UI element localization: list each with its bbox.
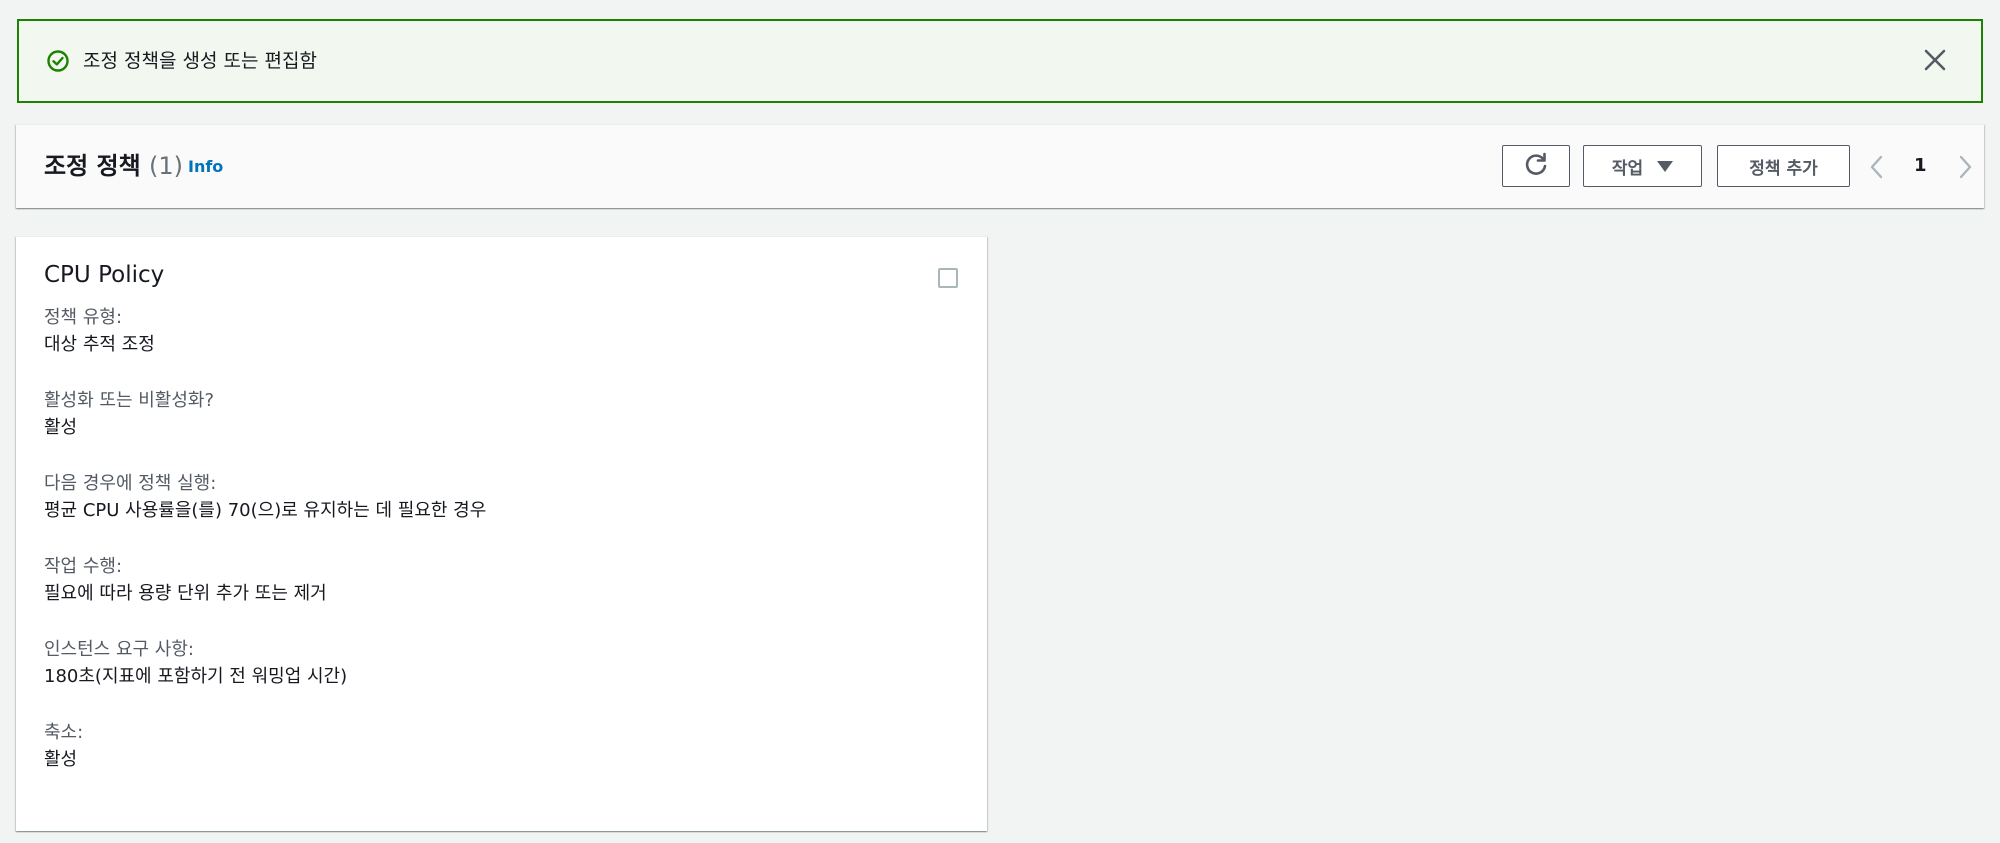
field-value: 활성 <box>44 417 78 438</box>
field-value: 대상 추적 조정 <box>44 334 155 355</box>
field-label: 인스턴스 요구 사항: <box>44 639 194 660</box>
chevron-left-icon[interactable] <box>1866 153 1888 181</box>
refresh-button[interactable] <box>1502 145 1570 187</box>
field-value: 평균 CPU 사용률을(를) 70(으)로 유지하는 데 필요한 경우 <box>44 500 487 521</box>
refresh-icon <box>1522 150 1550 183</box>
field-label: 작업 수행: <box>44 556 123 577</box>
policies-header: 조정 정책 (1) Info 작업 정책 추가 1 <box>16 124 1984 208</box>
flash-message: 조정 정책을 생성 또는 편집함 <box>83 50 317 72</box>
field-value: 활성 <box>44 749 78 770</box>
field-execute-when: 다음 경우에 정책 실행: 평균 CPU 사용률을(를) 70(으)로 유지하는… <box>44 471 486 525</box>
page-title: 조정 정책 (1) <box>44 149 183 183</box>
field-take-action: 작업 수행: 필요에 따라 용량 단위 추가 또는 제거 <box>44 554 327 608</box>
field-instance-requirements: 인스턴스 요구 사항: 180초(지표에 포함하기 전 워밍업 시간) <box>44 637 347 691</box>
field-label: 활성화 또는 비활성화? <box>44 390 215 411</box>
field-enabled: 활성화 또는 비활성화? 활성 <box>44 388 214 442</box>
add-policy-button[interactable]: 정책 추가 <box>1717 145 1850 187</box>
field-value: 필요에 따라 용량 단위 추가 또는 제거 <box>44 583 327 604</box>
field-label: 축소: <box>44 722 84 743</box>
info-link[interactable]: Info <box>188 157 223 176</box>
policy-count: (1) <box>149 152 184 180</box>
field-scale-in: 축소: 활성 <box>44 720 83 774</box>
field-policy-type: 정책 유형: 대상 추적 조정 <box>44 305 155 359</box>
title-text: 조정 정책 <box>44 152 141 180</box>
field-label: 정책 유형: <box>44 307 123 328</box>
field-value: 180초(지표에 포함하기 전 워밍업 시간) <box>44 666 348 687</box>
close-icon[interactable] <box>1919 44 1951 76</box>
chevron-right-icon[interactable] <box>1954 153 1976 181</box>
caret-down-icon <box>1657 160 1674 172</box>
add-policy-label: 정책 추가 <box>1749 158 1818 179</box>
page-number[interactable]: 1 <box>1914 152 1927 180</box>
actions-dropdown-button[interactable]: 작업 <box>1583 145 1702 187</box>
policy-card: CPU Policy 정책 유형: 대상 추적 조정 활성화 또는 비활성화? … <box>16 236 987 831</box>
policy-name: CPU Policy <box>44 262 165 288</box>
success-flashbar: 조정 정책을 생성 또는 편집함 <box>17 19 1983 103</box>
field-label: 다음 경우에 정책 실행: <box>44 473 217 494</box>
status-success-icon <box>46 49 70 73</box>
actions-label: 작업 <box>1611 158 1644 179</box>
policy-select-checkbox[interactable] <box>938 268 958 288</box>
